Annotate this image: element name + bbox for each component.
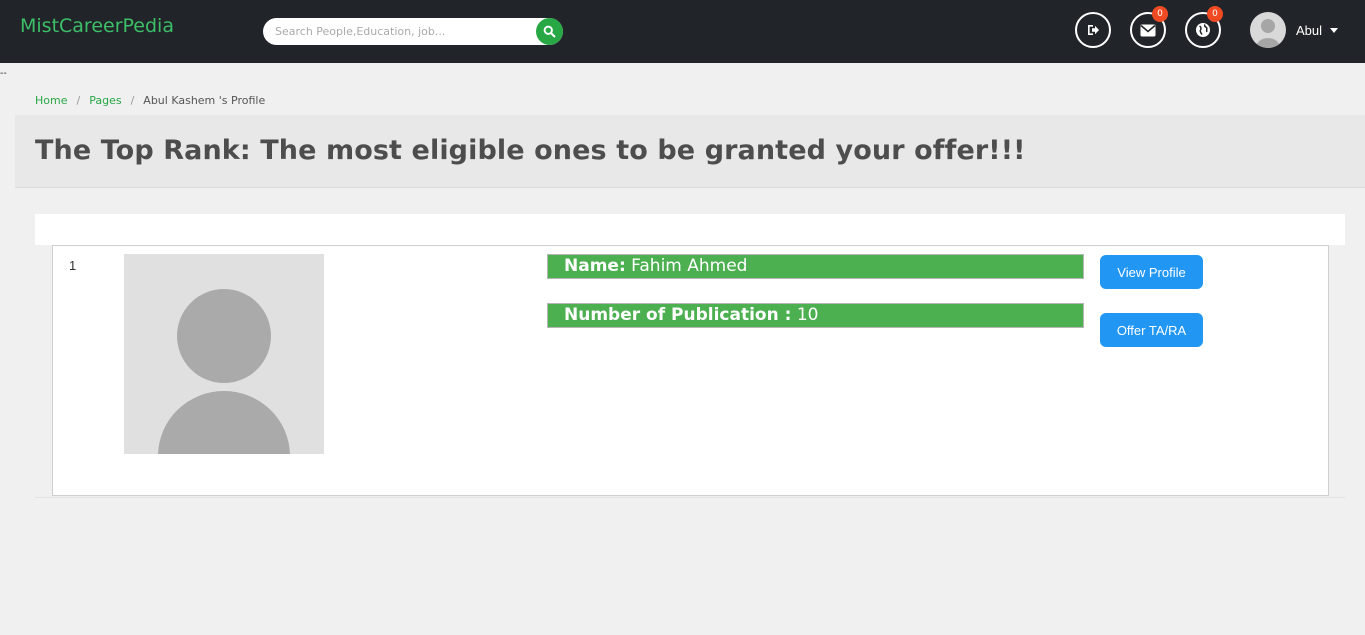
sign-out-icon — [1088, 25, 1099, 35]
profile-photo — [124, 254, 324, 454]
breadcrumb-separator: / — [76, 94, 81, 107]
user-placeholder-icon — [158, 289, 290, 454]
user-menu[interactable]: Abul — [1250, 12, 1339, 48]
ranking-card: 1 Name: Fahim Ahmed Number of Publicatio… — [52, 245, 1329, 496]
globe-icon — [1196, 23, 1210, 37]
breadcrumb-separator: / — [130, 94, 135, 107]
name-field: Name: Fahim Ahmed — [547, 254, 1084, 279]
user-name: Abul — [1296, 22, 1323, 38]
messages-button[interactable]: 0 — [1130, 6, 1168, 48]
breadcrumb-home[interactable]: Home — [35, 94, 67, 107]
breadcrumb: Home / Pages / Abul Kashem 's Profile — [35, 94, 265, 107]
publication-count: 10 — [796, 305, 819, 325]
search-button[interactable] — [536, 18, 563, 45]
breadcrumb-current: Abul Kashem 's Profile — [143, 94, 266, 107]
messages-badge: 0 — [1152, 6, 1168, 22]
content-panel — [35, 214, 1345, 245]
envelope-icon — [1140, 24, 1156, 36]
notifications-badge: 0 — [1207, 6, 1223, 22]
publication-field: Number of Publication : 10 — [547, 303, 1084, 328]
user-avatar — [1250, 12, 1286, 48]
page-header: The Top Rank: The most eligible ones to … — [15, 115, 1365, 188]
offer-ta-ra-button[interactable]: Offer TA/RA — [1100, 313, 1203, 347]
search-input[interactable] — [275, 18, 535, 45]
page-title: The Top Rank: The most eligible ones to … — [35, 135, 1026, 166]
publication-label: Number of Publication : — [564, 305, 792, 325]
user-avatar-icon — [1256, 19, 1280, 48]
notifications-button[interactable]: 0 — [1185, 6, 1223, 48]
logout-button[interactable] — [1075, 12, 1111, 48]
breadcrumb-pages[interactable]: Pages — [89, 94, 121, 107]
brand-logo[interactable]: MistCareerPedia — [20, 15, 174, 37]
search-icon — [543, 25, 556, 38]
divider — [35, 497, 1345, 498]
rank-number: 1 — [69, 258, 77, 273]
view-profile-button[interactable]: View Profile — [1100, 255, 1203, 289]
chevron-down-icon — [1330, 27, 1339, 33]
stray-text: -- — [0, 68, 7, 79]
candidate-name: Fahim Ahmed — [631, 256, 748, 276]
search-box — [263, 18, 563, 45]
name-label: Name: — [564, 256, 626, 276]
top-navbar: MistCareerPedia 0 0 — [0, 0, 1365, 63]
